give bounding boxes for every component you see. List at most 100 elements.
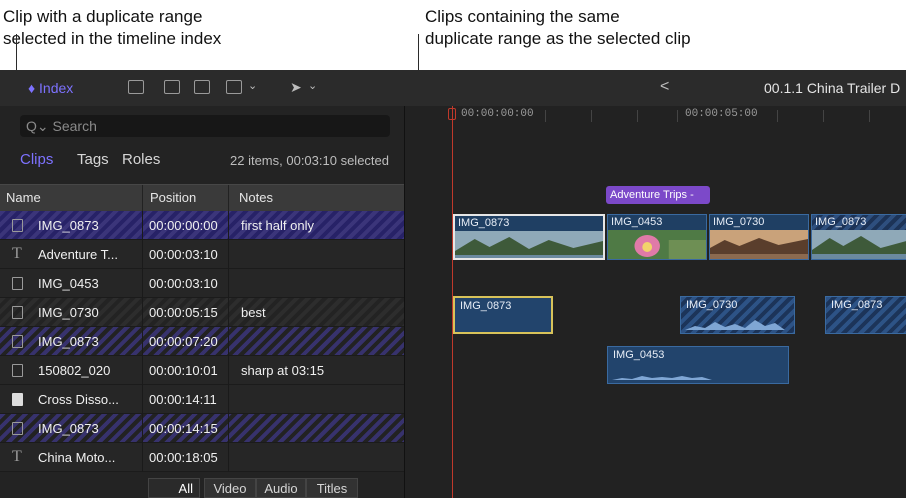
- table-row[interactable]: Cross Disso... 00:00:14:11: [0, 385, 404, 414]
- playhead-handle[interactable]: [448, 108, 456, 120]
- row-name: 150802_020: [38, 363, 111, 378]
- filter-titles[interactable]: Titles: [306, 478, 358, 498]
- tab-roles[interactable]: Roles: [122, 151, 160, 168]
- column-divider: [142, 385, 143, 414]
- audio-clip[interactable]: IMG_0730: [680, 296, 795, 334]
- clip-label: IMG_0730: [713, 216, 765, 228]
- column-divider: [228, 269, 229, 298]
- video-clip[interactable]: IMG_0873: [453, 214, 605, 260]
- clip-thumbnail: [455, 231, 603, 258]
- column-notes[interactable]: Notes: [239, 190, 273, 205]
- audio-clip[interactable]: IMG_0873: [825, 296, 906, 334]
- filter-audio[interactable]: Audio: [256, 478, 306, 498]
- connected-audio-clip[interactable]: IMG_0453: [607, 346, 789, 384]
- table-header: Name Position Notes: [0, 184, 404, 212]
- row-position: 00:00:10:01: [149, 363, 218, 378]
- tab-tags[interactable]: Tags: [77, 151, 109, 168]
- audio-clip-label: IMG_0730: [686, 299, 738, 311]
- video-clip[interactable]: IMG_0730: [709, 214, 809, 260]
- clip-appearance-icon[interactable]: [128, 80, 144, 94]
- row-name: Cross Disso...: [38, 392, 119, 407]
- append-clip-icon[interactable]: [226, 80, 242, 94]
- column-divider: [228, 356, 229, 385]
- filter-all[interactable]: All: [148, 478, 200, 498]
- filter-video[interactable]: Video: [204, 478, 256, 498]
- tab-clips[interactable]: Clips: [20, 151, 53, 168]
- video-clip[interactable]: IMG_0453: [607, 214, 707, 260]
- row-notes: first half only: [241, 218, 314, 233]
- column-divider: [142, 211, 143, 240]
- index-button[interactable]: ♦ Index: [28, 80, 73, 96]
- column-divider: [228, 185, 229, 211]
- table-row[interactable]: IMG_0873 00:00:14:15: [0, 414, 404, 443]
- row-name: China Moto...: [38, 450, 116, 465]
- table-row[interactable]: T China Moto... 00:00:18:05: [0, 443, 404, 472]
- row-name: IMG_0730: [38, 305, 99, 320]
- search-field[interactable]: Q⌄ Search: [20, 115, 390, 137]
- row-name: IMG_0453: [38, 276, 99, 291]
- row-name: IMG_0873: [38, 334, 99, 349]
- column-divider: [142, 298, 143, 327]
- column-name[interactable]: Name: [6, 190, 41, 205]
- column-position[interactable]: Position: [150, 190, 196, 205]
- edit-menu-chevron-down-icon[interactable]: ⌄: [248, 79, 257, 92]
- column-divider: [228, 298, 229, 327]
- column-divider: [228, 327, 229, 356]
- column-divider: [142, 356, 143, 385]
- tool-menu-chevron-down-icon[interactable]: ⌄: [308, 79, 317, 92]
- row-position: 00:00:00:00: [149, 218, 218, 233]
- timeline-index: Q⌄ Search Clips Tags Roles 22 items, 00:…: [0, 106, 405, 498]
- callout-right: Clips containing the same duplicate rang…: [425, 6, 691, 50]
- column-divider: [142, 185, 143, 211]
- table-row[interactable]: IMG_0453 00:00:03:10: [0, 269, 404, 298]
- transition-icon: [12, 393, 23, 406]
- ruler-start: 00:00:00:00: [461, 108, 534, 120]
- row-name: IMG_0873: [38, 421, 99, 436]
- clip-thumbnail: [710, 230, 808, 259]
- film-icon: [12, 364, 23, 377]
- item-count: 22 items, 00:03:10 selected: [230, 153, 389, 168]
- toolbar: ♦ Index ⌄ ➤ ⌄ < 00.1.1 China Trailer D: [0, 70, 906, 107]
- ruler-tick: [591, 110, 592, 122]
- audio-clip[interactable]: IMG_0873: [453, 296, 553, 334]
- column-divider: [142, 443, 143, 472]
- clip-thumbnail: [812, 230, 906, 259]
- row-position: 00:00:03:10: [149, 247, 218, 262]
- column-divider: [228, 385, 229, 414]
- insert-clip-icon[interactable]: [194, 80, 210, 94]
- select-tool-arrow-icon[interactable]: ➤: [290, 79, 302, 96]
- column-divider: [228, 414, 229, 443]
- row-name: Adventure T...: [38, 247, 118, 262]
- column-divider: [228, 211, 229, 240]
- video-clip[interactable]: IMG_0873: [811, 214, 906, 260]
- back-button[interactable]: <: [660, 78, 669, 96]
- connect-clip-icon[interactable]: [164, 80, 180, 94]
- ruler-tick: [677, 110, 678, 122]
- row-position: 00:00:14:15: [149, 421, 218, 436]
- row-position: 00:00:14:11: [149, 392, 217, 407]
- ruler-5s: 00:00:05:00: [685, 108, 758, 120]
- project-title: 00.1.1 China Trailer D: [764, 80, 901, 96]
- row-position: 00:00:05:15: [149, 305, 218, 320]
- film-icon: [12, 219, 23, 232]
- index-label: Index: [39, 80, 74, 96]
- row-position: 00:00:03:10: [149, 276, 218, 291]
- column-divider: [142, 240, 143, 269]
- column-divider: [228, 443, 229, 472]
- table-row[interactable]: IMG_0873 00:00:00:00 first half only: [0, 211, 404, 240]
- column-divider: [142, 269, 143, 298]
- table-row[interactable]: 150802_020 00:00:10:01 sharp at 03:15: [0, 356, 404, 385]
- audio-clip-label: IMG_0873: [460, 300, 512, 312]
- title-clip[interactable]: Adventure Trips -: [606, 186, 710, 204]
- ruler-tick: [637, 110, 638, 122]
- timeline[interactable]: 00:00:00:00 00:00:05:00 Adventure Trips …: [405, 106, 906, 498]
- table-row[interactable]: IMG_0730 00:00:05:15 best: [0, 298, 404, 327]
- column-divider: [142, 327, 143, 356]
- table-row[interactable]: T Adventure T... 00:00:03:10: [0, 240, 404, 269]
- audio-clip-label: IMG_0873: [831, 299, 883, 311]
- ruler-tick: [823, 110, 824, 122]
- table-row[interactable]: IMG_0873 00:00:07:20: [0, 327, 404, 356]
- row-position: 00:00:18:05: [149, 450, 218, 465]
- row-position: 00:00:07:20: [149, 334, 218, 349]
- callout-left: Clip with a duplicate range selected in …: [3, 6, 221, 50]
